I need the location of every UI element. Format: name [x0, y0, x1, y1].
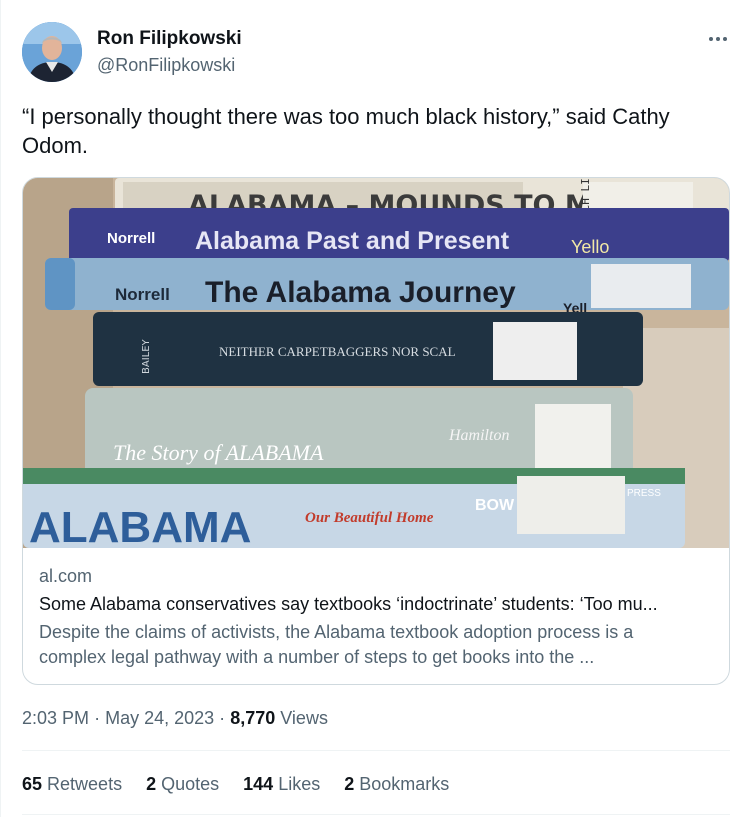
- bookmarks-count: 2: [344, 774, 355, 794]
- tweet-time[interactable]: 2:03 PM: [22, 708, 89, 728]
- divider: [22, 814, 730, 815]
- likes-count: 144: [243, 774, 274, 794]
- tweet-meta: 2:03 PM · May 24, 2023 · 8,770 Views: [22, 706, 328, 730]
- book2-author: Norrell: [107, 230, 155, 247]
- card-domain[interactable]: al.com: [39, 564, 92, 588]
- avatar[interactable]: [22, 22, 82, 82]
- bookmarks-label: Bookmarks: [359, 774, 450, 794]
- quotes-count: 2: [146, 774, 157, 794]
- likes-stat[interactable]: 144 Likes: [243, 772, 320, 796]
- quotes-label: Quotes: [161, 774, 220, 794]
- book5-author: Hamilton: [448, 427, 509, 444]
- retweets-label: Retweets: [47, 774, 123, 794]
- left-border: [0, 0, 1, 817]
- book2-right: Yello: [571, 237, 609, 257]
- retweets-count: 65: [22, 774, 43, 794]
- author-handle[interactable]: @RonFilipkowski: [97, 53, 242, 77]
- views-count: 8,770: [230, 708, 276, 728]
- book4-left: BAILEY: [141, 338, 152, 374]
- book2-title: Alabama Past and Present: [195, 227, 510, 255]
- link-card[interactable]: ALABAMA – MOUNDS TO MISSILE SCH LIB F 32…: [22, 177, 730, 685]
- book3-title: The Alabama Journey: [205, 276, 516, 309]
- more-options-button[interactable]: [703, 26, 733, 50]
- card-image[interactable]: ALABAMA – MOUNDS TO MISSILE SCH LIB F 32…: [23, 178, 729, 548]
- tweet-text: “I personally thought there was too much…: [22, 104, 670, 158]
- tweet: Ron Filipkowski @RonFilipkowski “I perso…: [0, 0, 747, 817]
- bookmarks-stat[interactable]: 2 Bookmarks: [344, 772, 449, 796]
- engagement-stats: 65 Retweets 2 Quotes 144 Likes 2 Bookmarks: [22, 772, 473, 796]
- meta-separator: ·: [219, 708, 226, 728]
- author-info: Ron Filipkowski @RonFilipkowski: [97, 28, 242, 77]
- book6-press: PRESS: [627, 488, 661, 499]
- divider: [22, 750, 730, 751]
- likes-label: Likes: [278, 774, 321, 794]
- more-icon: [708, 29, 728, 47]
- book6-title: ALABAMA: [29, 503, 251, 548]
- quotes-stat[interactable]: 2 Quotes: [146, 772, 219, 796]
- book6-subtitle: Our Beautiful Home: [305, 510, 434, 526]
- author-name[interactable]: Ron Filipkowski: [97, 28, 242, 50]
- tweet-date[interactable]: May 24, 2023: [105, 708, 214, 728]
- card-description: Despite the claims of activists, the Ala…: [39, 622, 634, 667]
- book5-title: The Story of ALABAMA: [113, 440, 324, 465]
- book4-title: NEITHER CARPETBAGGERS NOR SCAL: [219, 344, 456, 359]
- book3-author: Norrell: [115, 285, 170, 304]
- card-title[interactable]: Some Alabama conservatives say textbooks…: [39, 592, 715, 616]
- book6-right: BOW: [475, 497, 515, 514]
- views-label: Views: [280, 708, 328, 728]
- meta-separator: ·: [94, 708, 101, 728]
- retweets-stat[interactable]: 65 Retweets: [22, 772, 122, 796]
